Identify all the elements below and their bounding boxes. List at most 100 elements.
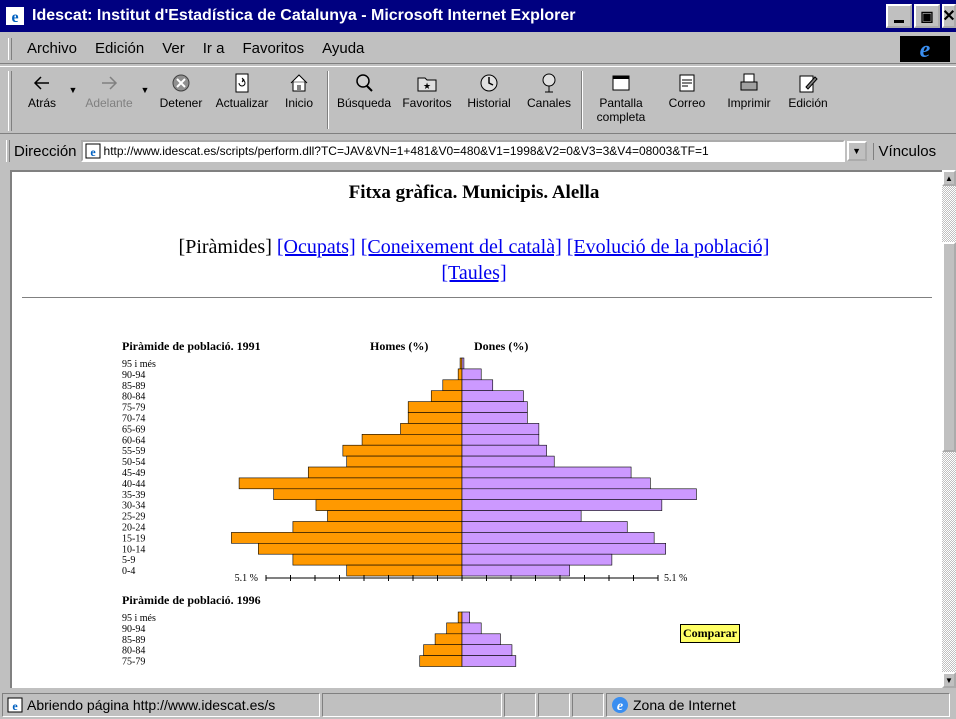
arrow-down-icon: ▼ bbox=[945, 675, 953, 685]
channels-label: Canales bbox=[526, 96, 572, 110]
men-bar bbox=[273, 488, 463, 501]
age-group-label: 95 i més bbox=[122, 359, 156, 370]
page-loading-icon: e bbox=[7, 697, 23, 713]
men-bar bbox=[457, 368, 463, 381]
women-bar bbox=[461, 622, 482, 635]
men-bar bbox=[342, 444, 463, 457]
men-bar bbox=[238, 477, 463, 490]
women-bar bbox=[461, 466, 632, 479]
men-bar bbox=[315, 499, 463, 511]
women-bar bbox=[461, 401, 528, 413]
standard-toolbar: Atrás ▼ Adelante ▼ Detener Actualizar In… bbox=[0, 66, 956, 134]
women-bar bbox=[461, 611, 470, 624]
address-dropdown-button[interactable]: ▼ bbox=[846, 141, 867, 161]
status-panel-empty bbox=[538, 692, 570, 717]
back-dropdown-icon[interactable]: ▼ bbox=[66, 85, 80, 95]
menubar-grip[interactable] bbox=[8, 37, 12, 60]
age-group-label: 15-19 bbox=[122, 533, 145, 544]
status-text: Abriendo página http://www.idescat.es/s bbox=[27, 696, 276, 713]
age-group-label: 25-29 bbox=[122, 512, 145, 523]
men-bar bbox=[423, 644, 463, 656]
back-button[interactable]: Atrás bbox=[18, 67, 66, 133]
age-group-label: 90-94 bbox=[122, 370, 145, 381]
minimize-button[interactable] bbox=[886, 4, 912, 28]
women-bar bbox=[461, 633, 501, 645]
men-bar bbox=[442, 379, 463, 391]
address-url: http://www.idescat.es/scripts/perform.dl… bbox=[103, 144, 709, 158]
address-input[interactable]: e http://www.idescat.es/scripts/perform.… bbox=[80, 140, 845, 162]
menu-edicion[interactable]: Edición bbox=[95, 40, 144, 57]
search-button[interactable]: Búsqueda bbox=[332, 67, 396, 133]
home-button[interactable]: Inicio bbox=[274, 67, 324, 133]
women-bar bbox=[461, 644, 513, 656]
age-group-label: 75-79 bbox=[122, 657, 145, 668]
age-group-label: 95 i més bbox=[122, 613, 156, 624]
zone-text: Zona de Internet bbox=[633, 696, 736, 713]
toolbar-grip[interactable] bbox=[8, 71, 12, 131]
page-title: Fitxa gràfica. Municipis. Alella bbox=[348, 182, 600, 203]
mail-button[interactable]: Correo bbox=[656, 67, 718, 133]
men-bar bbox=[292, 521, 463, 533]
women-bar bbox=[461, 655, 517, 667]
age-group-label: 65-69 bbox=[122, 424, 145, 435]
search-icon bbox=[356, 74, 373, 92]
stop-icon bbox=[172, 74, 190, 92]
fullscreen-button[interactable]: Pantalla completa bbox=[586, 67, 656, 133]
close-button[interactable]: ✕ bbox=[942, 4, 956, 28]
age-group-label: 80-84 bbox=[122, 646, 145, 657]
scale-left-label: 5.1 % bbox=[235, 573, 258, 584]
forward-arrow-icon bbox=[102, 76, 118, 90]
nav-link-taules[interactable]: [Taules] bbox=[441, 262, 506, 284]
favorites-folder-icon: ★ bbox=[417, 77, 437, 92]
scale-right-label: 5.1 % bbox=[664, 573, 687, 584]
history-button[interactable]: Historial bbox=[458, 67, 520, 133]
nav-link-evolucio[interactable]: [Evolució de la població] bbox=[567, 236, 770, 258]
menu-archivo[interactable]: Archivo bbox=[27, 40, 77, 57]
age-group-label: 90-94 bbox=[122, 624, 145, 635]
edit-label: Edición bbox=[788, 96, 828, 110]
nav-link-ocupats[interactable]: [Ocupats] bbox=[277, 236, 356, 258]
scroll-down-button[interactable]: ▼ bbox=[942, 672, 956, 688]
addressbar-grip[interactable] bbox=[6, 140, 10, 162]
refresh-icon bbox=[235, 73, 249, 93]
svg-text:e: e bbox=[12, 699, 18, 713]
page-content: Fitxa gràfica. Municipis. Alella [Piràmi… bbox=[10, 170, 942, 688]
refresh-button[interactable]: Actualizar bbox=[210, 67, 274, 133]
women-bar bbox=[461, 477, 651, 490]
age-group-label: 20-24 bbox=[122, 523, 145, 534]
security-zone-panel: e Zona de Internet bbox=[606, 692, 950, 717]
women-bar bbox=[461, 488, 697, 501]
forward-dropdown-icon[interactable]: ▼ bbox=[138, 85, 152, 95]
scroll-up-button[interactable]: ▲ bbox=[942, 170, 956, 186]
nav-link-catala[interactable]: [Coneixement del català] bbox=[361, 236, 562, 258]
men-bar bbox=[361, 434, 463, 446]
status-text-panel: e Abriendo página http://www.idescat.es/… bbox=[2, 692, 320, 717]
menu-ayuda[interactable]: Ayuda bbox=[322, 40, 364, 57]
print-button[interactable]: Imprimir bbox=[718, 67, 780, 133]
horizontal-rule bbox=[22, 297, 932, 299]
menu-ver[interactable]: Ver bbox=[162, 40, 185, 57]
women-bar bbox=[461, 499, 663, 511]
close-icon: ✕ bbox=[942, 8, 956, 25]
women-bar bbox=[461, 564, 570, 577]
age-group-label: 50-54 bbox=[122, 457, 145, 468]
compare-button[interactable]: Comparar bbox=[680, 624, 740, 643]
maximize-button[interactable]: ▣ bbox=[914, 4, 940, 28]
edit-button[interactable]: Edición bbox=[780, 67, 836, 133]
links-toolbar[interactable]: Vínculos bbox=[872, 142, 936, 160]
window-title: Idescat: Institut d'Estadística de Catal… bbox=[32, 7, 576, 24]
men-bar bbox=[457, 611, 463, 624]
stop-button[interactable]: Detener bbox=[152, 67, 210, 133]
men-bar bbox=[407, 401, 463, 413]
vertical-scrollbar[interactable]: ▲ ▼ bbox=[942, 170, 956, 688]
men-bar bbox=[231, 532, 463, 544]
channels-button[interactable]: Canales bbox=[520, 67, 578, 133]
men-bar bbox=[434, 633, 463, 645]
menu-favoritos[interactable]: Favoritos bbox=[242, 40, 304, 57]
favorites-button[interactable]: ★ Favoritos bbox=[396, 67, 458, 133]
browser-window: e Idescat: Institut d'Estadística de Cat… bbox=[0, 0, 956, 719]
forward-button[interactable]: Adelante bbox=[80, 67, 138, 133]
history-label: Historial bbox=[467, 96, 511, 110]
menu-ir-a[interactable]: Ir a bbox=[203, 40, 225, 57]
scroll-thumb[interactable] bbox=[942, 242, 956, 452]
